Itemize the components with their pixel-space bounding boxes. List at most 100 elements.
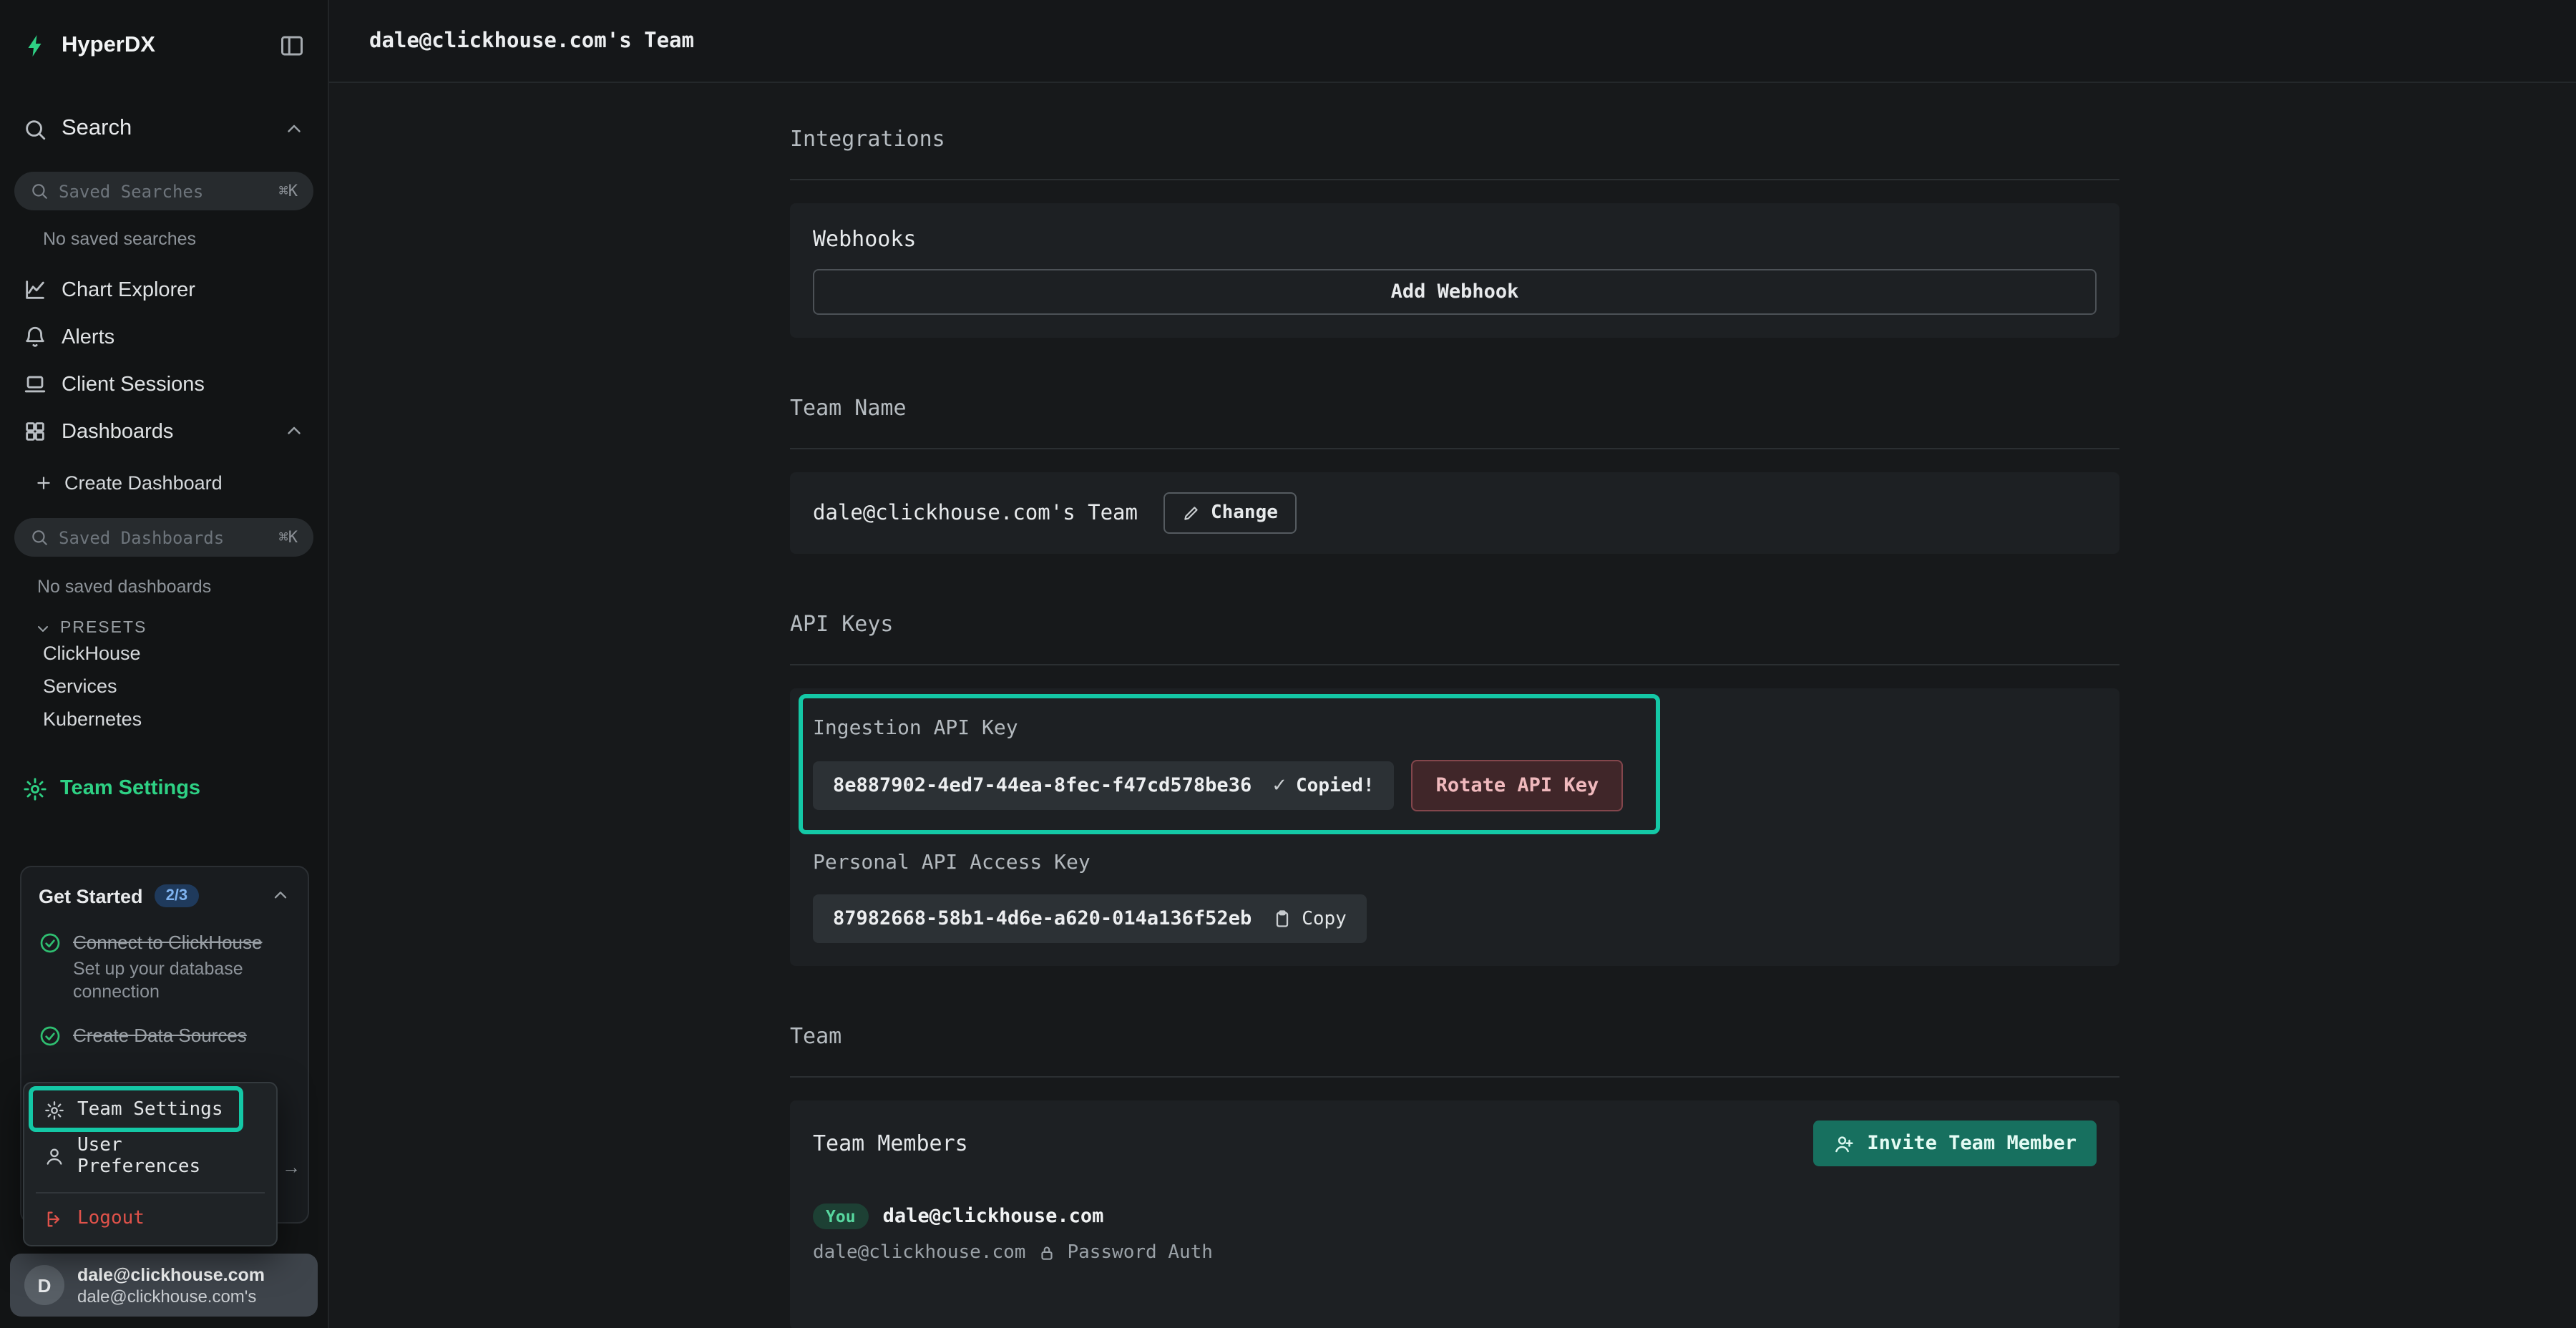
saved-searches-input-wrap[interactable]: ⌘K [14,172,313,210]
saved-dashboards-input-wrap[interactable]: ⌘K [14,518,313,557]
change-team-name-button[interactable]: Change [1163,492,1297,534]
nav-item-label: Alerts [62,326,114,348]
sidebar-collapse-icon[interactable] [279,33,305,59]
brand-name: HyperDX [62,33,155,59]
chevron-up-icon[interactable] [283,421,305,442]
get-started-item-title: Connect to ClickHouse [73,930,291,954]
personal-api-key-label: Personal API Access Key [813,851,2097,874]
search-icon [30,528,49,547]
invite-team-member-button[interactable]: Invite Team Member [1813,1120,2097,1166]
check-circle-icon [39,1025,62,1048]
menu-divider [36,1192,265,1193]
team-name-heading: Team Name [790,395,2119,421]
check-circle-icon [39,932,62,954]
preset-item-kubernetes[interactable]: Kubernetes [0,703,328,736]
nav-item-label: Dashboards [62,420,173,443]
copy-button[interactable]: Copy [1272,908,1347,929]
shortcut-hint: ⌘K [279,182,298,200]
user-account-row[interactable]: D dale@clickhouse.com dale@clickhouse.co… [10,1254,318,1317]
user-team: dale@clickhouse.com's [77,1286,265,1306]
rotate-api-key-button[interactable]: Rotate API Key [1412,760,1624,811]
get-started-item-connect[interactable]: Connect to ClickHouse Set up your databa… [39,930,291,1003]
preset-item-services[interactable]: Services [0,670,328,703]
ingestion-api-key-label: Ingestion API Key [813,717,2097,740]
team-members-title: Team Members [813,1131,968,1156]
menu-item-team-settings[interactable]: Team Settings [33,1092,268,1128]
saved-searches-input[interactable] [59,181,269,201]
sidebar-item-alerts[interactable]: Alerts [0,313,328,361]
you-badge: You [813,1204,869,1229]
user-name: dale@clickhouse.com [77,1264,265,1286]
get-started-item-data-sources[interactable]: Create Data Sources [39,1023,291,1048]
account-menu-popup: Team Settings User Preferences Logout [23,1082,278,1246]
section-divider [790,1076,2119,1078]
get-started-title: Get Started [39,885,143,907]
no-saved-dashboards-text: No saved dashboards [37,577,328,597]
invite-button-label: Invite Team Member [1867,1132,2077,1155]
change-button-label: Change [1211,502,1278,524]
team-settings-label: Team Settings [60,777,200,800]
chevron-up-icon[interactable] [270,886,291,906]
api-keys-heading: API Keys [790,611,2119,637]
sidebar: HyperDX Search ⌘K No saved searches Char… [0,0,329,1328]
member-email: dale@clickhouse.com [813,1242,1025,1264]
bell-icon [23,325,47,349]
next-arrow: → [282,1156,301,1178]
logout-icon [44,1209,64,1229]
progress-badge: 2/3 [155,884,200,907]
gear-icon [44,1100,64,1120]
search-icon [30,182,49,200]
get-started-item-desc: Set up your database connection [73,957,291,1003]
sidebar-section-search[interactable]: Search [0,103,328,155]
personal-api-key-value: 87982668-58b1-4d6e-a620-014a136f52eb [833,907,1252,930]
chevron-up-icon[interactable] [283,118,305,140]
menu-item-user-preferences[interactable]: User Preferences [33,1128,268,1185]
main-content: Integrations Webhooks Add Webhook Team N… [329,83,2576,1328]
laptop-icon [23,372,47,396]
member-auth-type: Password Auth [1067,1242,1213,1264]
sidebar-item-client-sessions[interactable]: Client Sessions [0,361,328,408]
sidebar-item-chart-explorer[interactable]: Chart Explorer [0,266,328,313]
clipboard-icon [1272,909,1292,929]
menu-item-logout[interactable]: Logout [33,1201,268,1236]
user-icon [44,1146,64,1166]
copied-label: Copied! [1296,775,1375,796]
ingestion-api-key-value-pill[interactable]: 8e887902-4ed7-44ea-8fec-f47cd578be36 ✓ C… [813,761,1395,810]
brand-row: HyperDX [0,0,328,92]
no-saved-searches-text: No saved searches [43,229,328,249]
create-dashboard-button[interactable]: Create Dashboard [0,464,328,501]
team-member-detail-row: dale@clickhouse.com Password Auth [813,1242,2097,1264]
section-divider [790,664,2119,665]
add-webhook-button[interactable]: Add Webhook [813,269,2097,315]
member-name: dale@clickhouse.com [883,1205,1104,1228]
app-root: HyperDX Search ⌘K No saved searches Char… [0,0,2576,1328]
sidebar-item-dashboards[interactable]: Dashboards [0,408,328,455]
section-divider [790,448,2119,449]
sidebar-item-team-settings[interactable]: Team Settings [0,767,328,810]
hyperdx-logo-icon [23,33,49,59]
nav-item-label: Client Sessions [62,373,205,396]
webhooks-card: Webhooks Add Webhook [790,203,2119,338]
team-heading: Team [790,1023,2119,1049]
page-title: dale@clickhouse.com's Team [369,29,694,52]
shortcut-hint: ⌘K [279,528,298,547]
copied-indicator: ✓ Copied! [1272,774,1374,797]
personal-api-key-value-pill[interactable]: 87982668-58b1-4d6e-a620-014a136f52eb Cop… [813,894,1367,943]
pencil-icon [1182,504,1201,522]
get-started-header[interactable]: Get Started 2/3 [39,884,291,907]
check-icon: ✓ [1272,774,1287,797]
menu-item-label: Team Settings [77,1099,223,1120]
sidebar-nav: Chart Explorer Alerts Client Sessions Da… [0,266,328,455]
team-name-card: dale@clickhouse.com's Team Change [790,472,2119,554]
chart-icon [23,278,47,302]
lock-icon [1037,1244,1055,1262]
saved-dashboards-input[interactable] [59,527,269,547]
section-divider [790,179,2119,180]
avatar: D [24,1265,64,1305]
chevron-down-icon [34,620,52,637]
presets-toggle[interactable]: PRESETS [34,620,328,637]
api-keys-card: Ingestion API Key 8e887902-4ed7-44ea-8fe… [790,688,2119,966]
preset-item-clickhouse[interactable]: ClickHouse [0,637,328,670]
main-header: dale@clickhouse.com's Team [329,0,2576,83]
menu-item-label: Logout [77,1208,145,1229]
